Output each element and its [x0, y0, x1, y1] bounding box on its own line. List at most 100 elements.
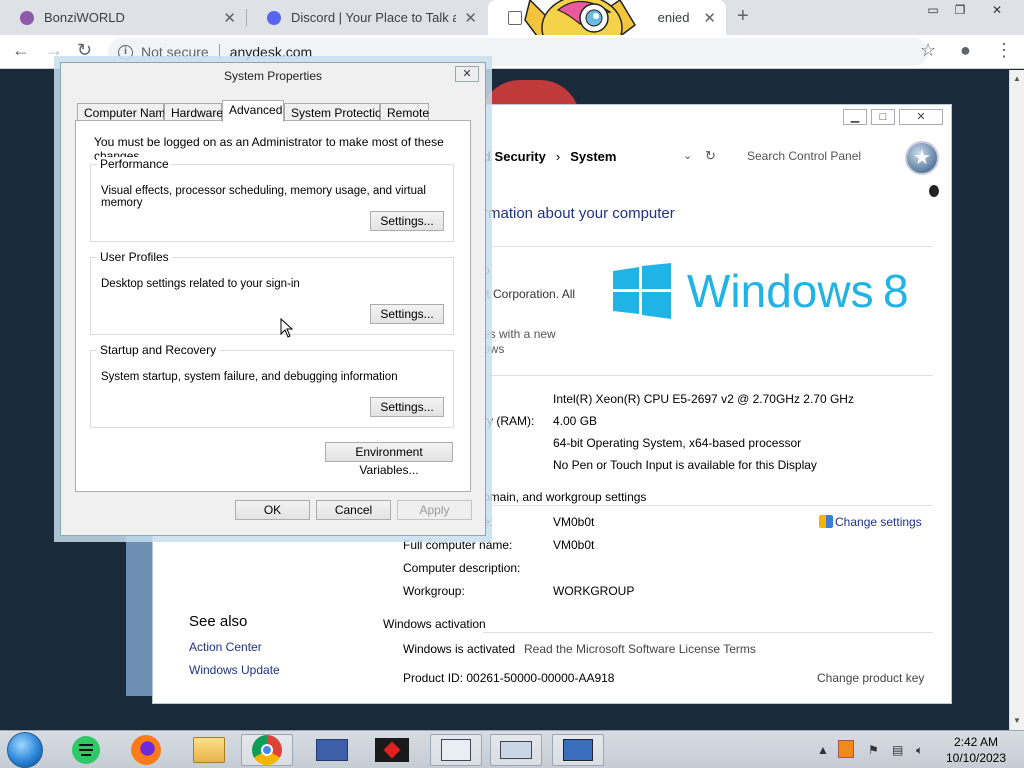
back-icon[interactable]: ← — [12, 40, 30, 61]
page-scrollbar[interactable]: ▲ ▼ — [1009, 70, 1024, 730]
taskbar-anydesk[interactable] — [366, 734, 418, 766]
system-type-value: 64-bit Operating System, x64-based proce… — [553, 436, 802, 450]
folder-icon — [193, 737, 225, 763]
taskbar-notes-app[interactable] — [60, 734, 112, 766]
start-orb-icon — [7, 732, 43, 768]
profile-icon[interactable]: ● — [960, 40, 971, 61]
search-input[interactable]: Search Control Panel — [747, 149, 861, 163]
activation-status: Windows is activated — [403, 642, 516, 656]
group-title: Performance — [97, 157, 172, 171]
system-clock[interactable]: 2:42 AM 10/10/2023 — [936, 734, 1016, 766]
performance-settings-button[interactable]: Settings... — [370, 211, 444, 231]
tab-bonziworld[interactable]: BonziWORLD ✕ — [0, 0, 246, 35]
divider — [483, 632, 933, 633]
minimize-icon[interactable]: ▭ — [920, 0, 946, 20]
breadcrumb-system[interactable]: System — [570, 149, 616, 164]
url-text: anydesk.com — [229, 44, 313, 60]
new-tab-button[interactable]: + — [737, 5, 749, 28]
taskbar: ▲ ⚑ ▤ 🔈︎ 2:42 AM 10/10/2023 — [0, 730, 1024, 768]
computer-description-label: Computer description: — [403, 561, 521, 575]
system-properties-dialog: System Properties ✕ Computer Name Hardwa… — [60, 62, 486, 536]
tab-close-icon[interactable]: ✕ — [464, 9, 477, 27]
chrome-icon — [252, 735, 282, 765]
change-product-key-link[interactable]: Change product key — [817, 671, 924, 685]
windows-8-logo: Windows 8 — [613, 263, 909, 322]
divider — [483, 246, 933, 247]
bonziworld-favicon-icon — [20, 10, 34, 25]
restore-icon[interactable]: ❐ — [947, 0, 973, 20]
tab-computer-name[interactable]: Computer Name — [77, 103, 172, 121]
apply-button[interactable]: Apply — [397, 500, 472, 520]
user-profiles-settings-button[interactable]: Settings... — [370, 304, 444, 324]
environment-variables-button[interactable]: Environment Variables... — [325, 442, 453, 477]
close-icon[interactable]: ✕ — [455, 66, 479, 82]
firefox-icon — [131, 735, 161, 765]
network-icon[interactable]: ▤ — [892, 743, 903, 757]
windows-logo-version: 8 — [883, 265, 909, 317]
pen-touch-value: No Pen or Touch Input is available for t… — [553, 458, 817, 472]
tab-title: BonziWORLD — [44, 10, 125, 25]
cancel-button[interactable]: Cancel — [316, 500, 391, 520]
start-button[interactable] — [2, 732, 48, 768]
user-avatar[interactable]: ★ — [905, 141, 939, 175]
address-divider — [218, 44, 220, 60]
domain-section-title: omain, and workgroup settings — [483, 490, 647, 504]
upgrade-line-2[interactable]: ows — [483, 342, 504, 356]
tab-close-icon[interactable]: ✕ — [703, 9, 716, 27]
tab-remote[interactable]: Remote — [380, 103, 429, 121]
tab-discord[interactable]: Discord | Your Place to Talk and H ✕ — [247, 0, 487, 35]
full-computer-name-label: Full computer name: — [403, 538, 513, 552]
workgroup-value: WORKGROUP — [553, 584, 635, 598]
tray-app-icon[interactable] — [838, 740, 854, 758]
tab-system-protection[interactable]: System Protection — [284, 103, 388, 121]
show-hidden-icons-icon[interactable]: ▲ — [817, 743, 829, 757]
ram-value: 4.00 GB — [553, 414, 598, 428]
taskbar-file-explorer[interactable] — [183, 734, 235, 766]
taskbar-firefox[interactable] — [120, 734, 172, 766]
startup-recovery-group: Startup and Recovery System startup, sys… — [90, 343, 454, 428]
maximize-icon[interactable]: □ — [871, 109, 895, 125]
breadcrumb-security[interactable]: d Security — [483, 149, 546, 164]
scroll-up-icon[interactable]: ▲ — [1013, 74, 1021, 83]
divider — [483, 375, 933, 376]
startup-recovery-settings-button[interactable]: Settings... — [370, 397, 444, 417]
tab-advanced[interactable]: Advanced — [222, 100, 284, 122]
action-center-flag-icon[interactable]: ⚑ — [868, 743, 879, 757]
taskbar-chrome[interactable] — [241, 734, 293, 766]
volume-icon[interactable]: 🔈︎ — [916, 743, 923, 758]
bookmark-star-icon[interactable]: ☆ — [920, 40, 936, 61]
tab-hardware[interactable]: Hardware — [164, 103, 223, 121]
monitor-chart-icon — [441, 739, 471, 761]
close-icon[interactable]: ✕ — [899, 109, 943, 125]
change-settings-label: Change settings — [835, 515, 922, 529]
system-computer-icon — [563, 739, 593, 761]
taskbar-performance-monitor[interactable] — [430, 734, 482, 766]
shield-icon — [819, 515, 833, 528]
ok-button[interactable]: OK — [235, 500, 310, 520]
security-label: Not secure — [141, 44, 209, 60]
minimize-icon[interactable]: ▁ — [843, 109, 867, 125]
chevron-down-icon[interactable]: ⌄ — [683, 149, 692, 162]
windows-update-link[interactable]: Windows Update — [189, 663, 280, 677]
discord-favicon-icon — [267, 10, 281, 25]
menu-icon[interactable]: ⋮ — [995, 40, 1013, 61]
info-icon[interactable]: i — [118, 44, 133, 60]
refresh-icon[interactable]: ↻ — [705, 148, 716, 164]
breadcrumb: d Security › System — [483, 149, 616, 164]
reload-icon[interactable]: ↻ — [77, 40, 92, 61]
tab-close-icon[interactable]: ✕ — [223, 9, 236, 27]
group-description: Visual effects, processor scheduling, me… — [101, 185, 426, 209]
taskbar-app-window[interactable] — [306, 734, 358, 766]
close-window-icon[interactable]: ✕ — [984, 0, 1010, 20]
forward-icon[interactable]: → — [45, 40, 63, 61]
upgrade-line-1[interactable]: es with a new — [483, 327, 556, 341]
dialog-title: System Properties — [61, 63, 485, 89]
scroll-down-icon[interactable]: ▼ — [1013, 716, 1021, 725]
action-center-link[interactable]: Action Center — [189, 640, 262, 654]
taskbar-keyboard[interactable] — [490, 734, 542, 766]
divider — [483, 505, 933, 506]
change-settings-link[interactable]: Change settings — [819, 515, 922, 529]
taskbar-system-window[interactable] — [552, 734, 604, 766]
group-title: Startup and Recovery — [97, 343, 220, 357]
license-terms-link[interactable]: Read the Microsoft Software License Term… — [524, 642, 756, 656]
